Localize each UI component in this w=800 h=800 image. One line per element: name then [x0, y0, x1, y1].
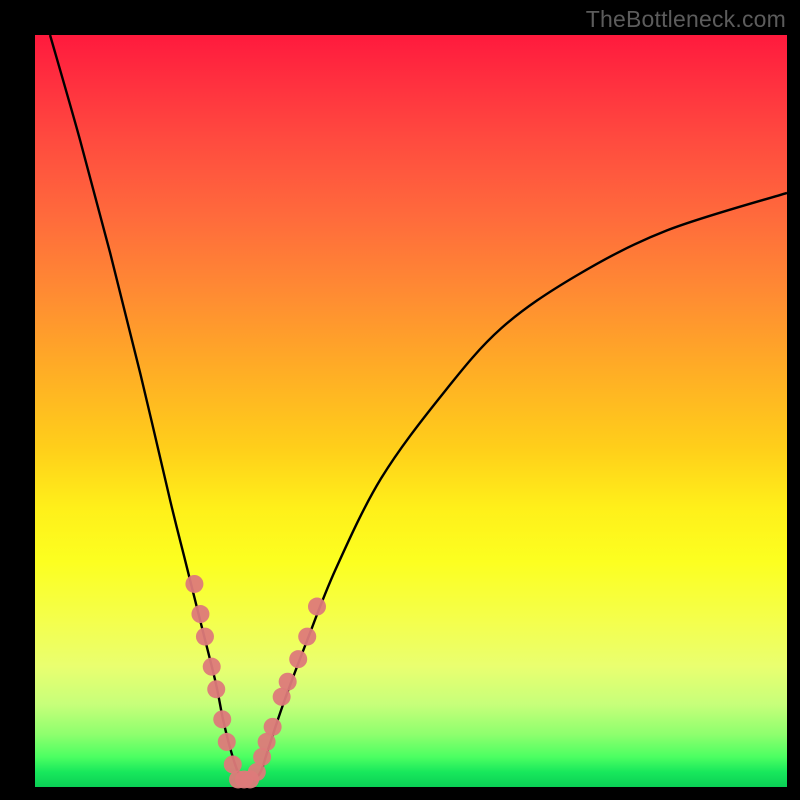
marker-dot — [213, 710, 231, 728]
marker-dot — [279, 673, 297, 691]
marker-dot — [298, 628, 316, 646]
marker-dot — [218, 733, 236, 751]
marker-dot — [185, 575, 203, 593]
marker-dot — [207, 680, 225, 698]
marker-dot — [191, 605, 209, 623]
marker-dot — [203, 658, 221, 676]
marker-dot — [196, 628, 214, 646]
watermark-text: TheBottleneck.com — [586, 6, 786, 33]
bottleneck-curve — [35, 35, 787, 787]
plot-area — [35, 35, 787, 787]
marker-dot — [289, 650, 307, 668]
chart-frame: TheBottleneck.com — [0, 0, 800, 800]
marker-dot — [308, 598, 326, 616]
marker-dot — [264, 718, 282, 736]
